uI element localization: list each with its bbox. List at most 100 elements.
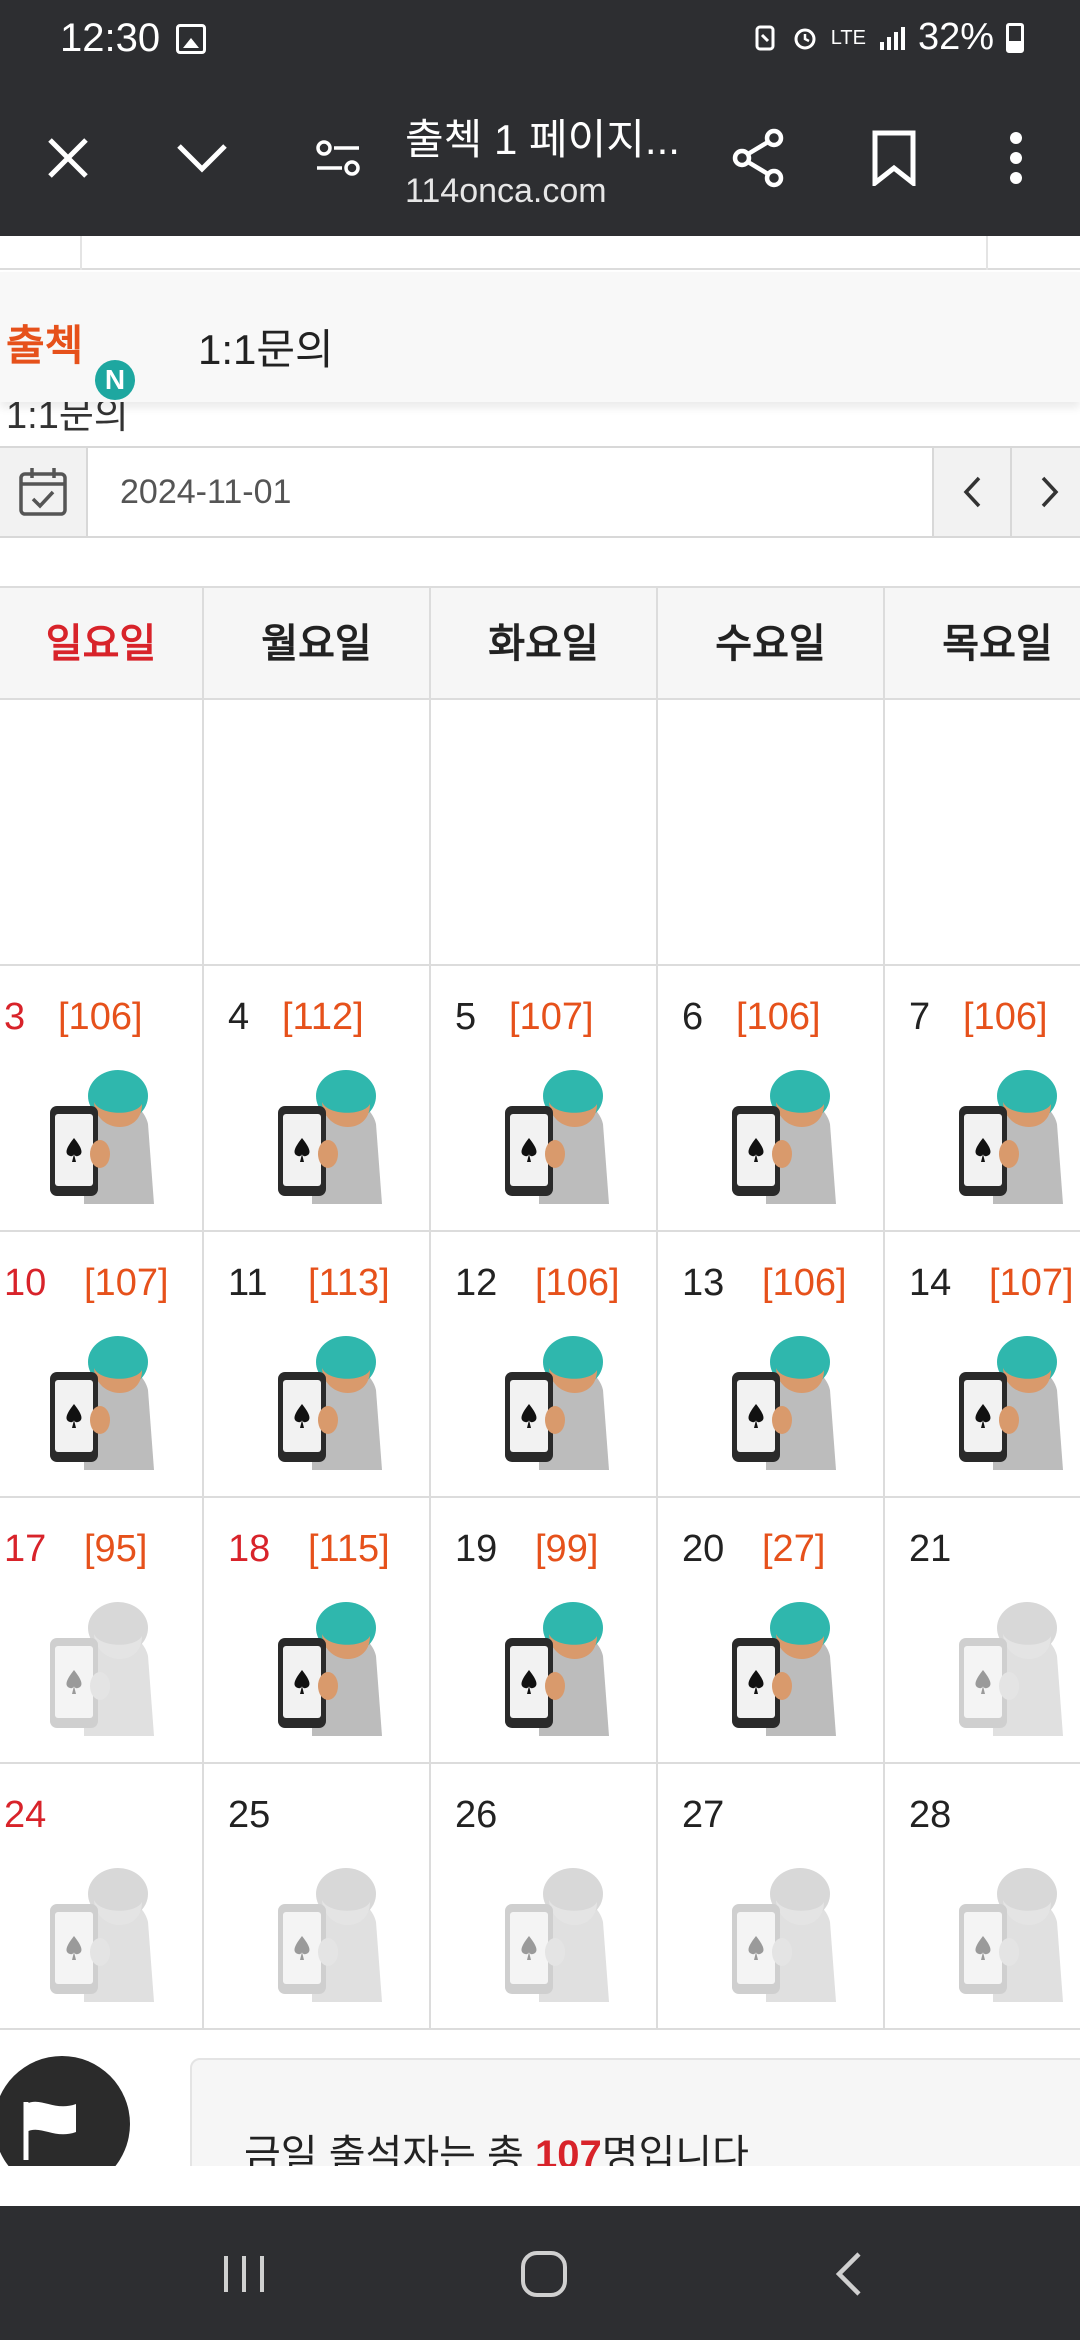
mascot-absent-icon xyxy=(726,1852,842,2004)
calendar-day-cell[interactable]: 28 xyxy=(885,1764,1080,2030)
back-button[interactable] xyxy=(808,2242,888,2306)
bottom-area: 금일 출석자는 총 107명입니다 xyxy=(0,2026,1080,2166)
day-number: 5 xyxy=(455,996,477,1038)
home-icon xyxy=(521,2251,567,2297)
calendar-day-cell[interactable]: 6 [106] xyxy=(658,966,885,1232)
home-button[interactable] xyxy=(504,2242,584,2306)
day-number: 18 xyxy=(228,1528,271,1570)
mascot-absent-icon xyxy=(44,1852,160,2004)
battery-icon xyxy=(1006,22,1024,53)
mascot-attended-icon xyxy=(953,1320,1069,1472)
calendar-day-cell[interactable]: 3 [106] xyxy=(0,966,204,1232)
nfc-icon xyxy=(755,25,775,50)
day-number: 11 xyxy=(228,1262,268,1304)
chevron-down-icon xyxy=(177,144,227,173)
mascot-attended-icon xyxy=(726,1586,842,1738)
calendar-day-cell[interactable]: 18 [115] xyxy=(204,1498,431,1764)
share-icon xyxy=(732,128,784,188)
calendar-day-cell[interactable]: 21 xyxy=(885,1498,1080,1764)
status-bar: 12:30 LTE 32% xyxy=(0,0,1080,80)
alarm-icon xyxy=(794,28,816,49)
calendar-day-cell xyxy=(658,700,885,966)
day-number: 3 xyxy=(4,996,26,1038)
day-number: 20 xyxy=(682,1528,725,1570)
new-badge: N xyxy=(95,360,135,400)
attendance-count: [95] xyxy=(84,1528,148,1570)
calendar-day-cell[interactable]: 14 [107] xyxy=(885,1232,1080,1498)
calendar-day-cell[interactable]: 27 xyxy=(658,1764,885,2030)
tune-icon xyxy=(316,140,360,176)
attendance-count: [99] xyxy=(535,1528,599,1570)
mascot-absent-icon xyxy=(953,1586,1069,1738)
mascot-attended-icon xyxy=(499,1586,615,1738)
mascot-attended-icon xyxy=(44,1320,160,1472)
weekday-header-cell: 월요일 xyxy=(204,588,431,700)
more-vert-icon xyxy=(1010,132,1022,184)
signal-icon xyxy=(879,26,905,50)
more-options-button[interactable] xyxy=(978,120,1054,196)
calendar-day-cell[interactable]: 12 [106] xyxy=(431,1232,658,1498)
calendar-day-cell[interactable]: 20 [27] xyxy=(658,1498,885,1764)
calendar-day-cell[interactable]: 19 [99] xyxy=(431,1498,658,1764)
weekday-header-cell: 목요일 xyxy=(885,588,1080,700)
calendar-day-cell[interactable]: 13 [106] xyxy=(658,1232,885,1498)
menu-item-checkin[interactable]: 출첵 xyxy=(6,312,83,373)
menu-item-inquiry[interactable]: 1:1문의 xyxy=(198,316,334,377)
day-number: 7 xyxy=(909,996,931,1038)
weekday-header-cell: 수요일 xyxy=(658,588,885,700)
calendar-day-cell[interactable]: 25 xyxy=(204,1764,431,2030)
attendance-count: [106] xyxy=(762,1262,847,1304)
site-settings-button[interactable] xyxy=(300,120,376,196)
page-url[interactable]: 114onca.com xyxy=(405,172,607,211)
attendance-count: [112] xyxy=(282,996,364,1038)
share-button[interactable] xyxy=(720,120,796,196)
attendance-count: [115] xyxy=(308,1528,390,1570)
attendance-count: [107] xyxy=(84,1262,169,1304)
minimize-button[interactable] xyxy=(164,120,240,196)
attendance-count: [106] xyxy=(58,996,143,1038)
day-number: 6 xyxy=(682,996,704,1038)
calendar-day-cell xyxy=(431,700,658,966)
calendar-day-cell[interactable]: 17 [95] xyxy=(0,1498,204,1764)
day-number: 26 xyxy=(455,1794,498,1836)
close-tab-button[interactable] xyxy=(30,120,106,196)
calendar-day-cell[interactable]: 10 [107] xyxy=(0,1232,204,1498)
day-number: 21 xyxy=(909,1528,952,1570)
weekday-header: 일요일 월요일 화요일 수요일 목요일 xyxy=(0,586,1080,700)
next-month-button[interactable] xyxy=(1010,448,1080,536)
date-input[interactable] xyxy=(90,448,932,536)
calendar-day-cell[interactable]: 5 [107] xyxy=(431,966,658,1232)
recent-apps-button[interactable] xyxy=(204,2242,284,2306)
chevron-right-icon xyxy=(1041,476,1059,508)
menu-bar: 출첵 N 1:1문의 xyxy=(0,272,1080,402)
chevron-left-icon xyxy=(963,476,981,508)
flag-icon xyxy=(23,2101,76,2160)
mascot-attended-icon xyxy=(272,1586,388,1738)
mascot-attended-icon xyxy=(953,1054,1069,1206)
calendar-day-cell[interactable]: 24 xyxy=(0,1764,204,2030)
mascot-attended-icon xyxy=(44,1054,160,1206)
calendar-day-cell[interactable]: 4 [112] xyxy=(204,966,431,1232)
mascot-attended-icon xyxy=(499,1320,615,1472)
attendance-notice: 금일 출석자는 총 107명입니다 xyxy=(190,2058,1080,2166)
mascot-attended-icon xyxy=(272,1320,388,1472)
calendar-day-cell[interactable]: 26 xyxy=(431,1764,658,2030)
attendance-count: [107] xyxy=(989,1262,1074,1304)
weekday-header-cell: 화요일 xyxy=(431,588,658,700)
close-icon xyxy=(48,138,88,178)
mascot-absent-icon xyxy=(953,1852,1069,2004)
day-number: 25 xyxy=(228,1794,271,1836)
calendar-day-cell[interactable]: 11 [113] xyxy=(204,1232,431,1498)
mascot-attended-icon xyxy=(726,1320,842,1472)
attendance-count: [106] xyxy=(736,996,821,1038)
attendance-count: [106] xyxy=(963,996,1048,1038)
calendar-button[interactable] xyxy=(0,448,88,536)
day-number: 17 xyxy=(4,1528,47,1570)
bookmark-icon xyxy=(872,130,916,186)
day-number: 14 xyxy=(909,1262,952,1304)
calendar-day-cell[interactable]: 7 [106] xyxy=(885,966,1080,1232)
bookmark-button[interactable] xyxy=(856,120,932,196)
day-number: 4 xyxy=(228,996,250,1038)
prev-month-button[interactable] xyxy=(932,448,1010,536)
floating-flag-button[interactable] xyxy=(0,2056,130,2166)
